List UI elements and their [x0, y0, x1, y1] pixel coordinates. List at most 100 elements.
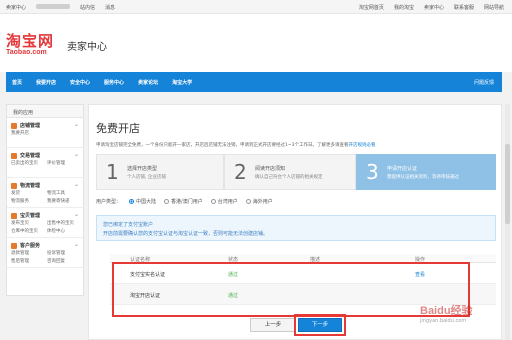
sidebar-item[interactable]: 物流服务: [11, 198, 47, 204]
row-view-link[interactable]: 查看: [415, 271, 425, 278]
user-type-label: 用户类型：: [96, 199, 122, 205]
sidebar-subitems: 我要开店: [11, 130, 83, 136]
sidebar-group-title: 宝贝管理: [20, 213, 41, 219]
sidebar-group-store[interactable]: 店铺管理 ⌄ 我要开店: [7, 118, 83, 148]
store-icon: [11, 123, 17, 129]
radio-mainland[interactable]: 中国大陆: [129, 198, 156, 205]
sidebar-item[interactable]: 体检中心: [47, 228, 83, 234]
table-row: 支付宝实名认证 通过 查看: [110, 263, 496, 284]
sidebar-item[interactable]: 我要寄快递: [47, 198, 83, 204]
radio-label: 中国大陆: [136, 199, 157, 205]
radio-dot[interactable]: [164, 199, 170, 204]
description-text: 申请淘宝店铺完全免费，一个身份只能开一家店，开店后店铺无法注销，申请到正式开店要…: [96, 143, 349, 148]
sidebar-group-title: 交易管理: [20, 153, 41, 159]
chevron-down-icon[interactable]: ⌄: [74, 181, 79, 188]
top-link-sitemap[interactable]: 网站导航: [484, 4, 504, 11]
top-link-notice[interactable]: 消息: [105, 4, 115, 11]
sidebar-item[interactable]: 仓库中的宝贝: [11, 228, 47, 234]
radio-label: 海外用户: [252, 199, 273, 205]
radio-label: 香港/澳门用户: [171, 199, 203, 205]
taobao-logo[interactable]: 淘宝网 Taobao.com: [6, 32, 55, 57]
main-nav: 首页 我要开店 安全中心 服务中心 卖家论坛 淘宝大学 问题反馈: [6, 72, 502, 92]
sidebar-subitems: 退款管理 投诉管理 售后管理 咨询回复: [11, 250, 83, 264]
step-1: 1 选择开店类型 个人店铺, 企业店铺: [96, 154, 224, 190]
section-title: 免费开店: [96, 122, 140, 135]
sidebar-item[interactable]: 发布宝贝: [11, 220, 47, 226]
trade-icon: [11, 153, 17, 159]
col-op: 操作: [415, 257, 426, 263]
nav-service[interactable]: 服务中心: [104, 79, 124, 86]
watermark-sub: jingyan.baidu.com: [420, 318, 467, 324]
sidebar-item[interactable]: 出售中的宝贝: [47, 220, 83, 226]
sidebar-item[interactable]: 我要开店: [11, 130, 47, 136]
nav-home[interactable]: 首页: [12, 79, 22, 86]
radio-dot[interactable]: [210, 199, 216, 204]
info-line-2: 开店前需要确认您的支付宝认证与淘宝认证一致，否则可能无法创建店铺。: [103, 231, 269, 237]
top-link-messages[interactable]: 站内信: [80, 4, 95, 11]
row-name: 支付宝实名认证: [130, 272, 166, 278]
col-status: 状态: [228, 257, 239, 263]
radio-overseas[interactable]: 海外用户: [245, 198, 273, 205]
step-desc: 确认自己符合个人店铺的相关规定: [255, 175, 323, 180]
header: 淘宝网 Taobao.com 卖家中心: [0, 14, 512, 72]
chevron-down-icon[interactable]: ⌄: [74, 211, 79, 218]
top-link-service[interactable]: 联系客服: [454, 4, 474, 11]
sidebar-item[interactable]: 退款管理: [11, 250, 47, 256]
chevron-down-icon[interactable]: ⌄: [74, 121, 79, 128]
radio-hk-macau[interactable]: 香港/澳门用户: [164, 198, 203, 205]
radio-label: 台湾用户: [217, 199, 238, 205]
top-link-seller-center[interactable]: 卖家中心: [424, 4, 444, 11]
sidebar-group-logistics[interactable]: 物流管理 ⌄ 发货 物流工具 物流服务 我要寄快递: [7, 178, 83, 208]
top-link-my-taobao[interactable]: 我的淘宝: [394, 4, 414, 11]
page-title: 卖家中心: [67, 42, 107, 53]
nav-open-store[interactable]: 我要开店: [36, 79, 56, 86]
rules-link[interactable]: 开店规则必看: [349, 143, 376, 148]
sidebar-item[interactable]: 已卖出的宝贝: [11, 160, 47, 166]
sidebar-item[interactable]: 评价管理: [47, 160, 83, 166]
col-name: 认证名称: [130, 257, 151, 263]
step-3-active: 3 申请开店认证 需提供认证相关资料，等待审核通过: [356, 154, 496, 190]
step-indicator: 1 选择开店类型 个人店铺, 企业店铺 2 阅读开店须知 确认自己符合个人店铺的…: [96, 154, 496, 190]
sidebar-item[interactable]: 投诉管理: [47, 250, 83, 256]
sidebar-group-customer[interactable]: 客户服务 ⌄ 退款管理 投诉管理 售后管理 咨询回复: [7, 238, 83, 268]
prev-step-button[interactable]: 上一步: [250, 318, 296, 332]
nav-forum[interactable]: 卖家论坛: [138, 79, 158, 86]
row-status: 通过: [228, 272, 239, 278]
nav-university[interactable]: 淘宝大学: [172, 79, 192, 86]
sidebar-group-title: 客户服务: [20, 243, 41, 249]
sidebar-group-goods[interactable]: 宝贝管理 ⌄ 发布宝贝 出售中的宝贝 仓库中的宝贝 体检中心: [7, 208, 83, 238]
chevron-down-icon[interactable]: ⌄: [74, 151, 79, 158]
nav-feedback-link[interactable]: 问题反馈: [474, 79, 494, 86]
sidebar-group-title: 物流管理: [20, 183, 41, 189]
step-title: 选择开店类型: [127, 166, 158, 172]
step-desc: 需提供认证相关资料，等待审核通过: [387, 175, 459, 180]
logo-main-text: 淘宝网: [6, 32, 55, 50]
username-blurred: [36, 4, 71, 9]
nav-security[interactable]: 安全中心: [70, 79, 90, 86]
sidebar-item[interactable]: 物流工具: [47, 190, 83, 196]
row-status: 通过: [228, 293, 239, 299]
chevron-down-icon[interactable]: ⌄: [74, 241, 79, 248]
goods-icon: [11, 213, 17, 219]
next-step-button[interactable]: 下一步: [298, 318, 342, 332]
top-link-home[interactable]: 淘宝网首页: [359, 4, 384, 11]
scrollbar-thumb[interactable]: [505, 144, 510, 224]
sidebar-item[interactable]: 售后管理: [11, 258, 47, 264]
sidebar-item[interactable]: 发货: [11, 190, 47, 196]
alipay-info-box: 您已绑定了支付宝账户 开店前需要确认您的支付宝认证与淘宝认证一致，否则可能无法创…: [96, 215, 496, 241]
page-scrollbar[interactable]: [505, 104, 510, 340]
radio-taiwan[interactable]: 台湾用户: [210, 198, 238, 205]
radio-dot[interactable]: [245, 199, 251, 204]
sidebar-item[interactable]: 咨询回复: [47, 258, 83, 264]
verification-table: 认证名称 状态 描述 操作 支付宝实名认证 通过 查看 淘宝开店认证 通过: [110, 254, 496, 305]
nav-items: 首页 我要开店 安全中心 服务中心 卖家论坛 淘宝大学: [12, 79, 192, 86]
radio-dot[interactable]: [129, 199, 135, 204]
step-number: 2: [234, 160, 247, 184]
sidebar-title: 我的应用: [7, 105, 83, 118]
step-number: 3: [366, 160, 379, 184]
sidebar-group-trade[interactable]: 交易管理 ⌄ 已卖出的宝贝 评价管理: [7, 148, 83, 178]
step-title: 申请开店认证: [387, 166, 418, 172]
sidebar-subitems: 发布宝贝 出售中的宝贝 仓库中的宝贝 体检中心: [11, 220, 83, 234]
table-header: 认证名称 状态 描述 操作: [110, 254, 496, 263]
top-link-seller[interactable]: 卖家中心: [6, 4, 26, 11]
